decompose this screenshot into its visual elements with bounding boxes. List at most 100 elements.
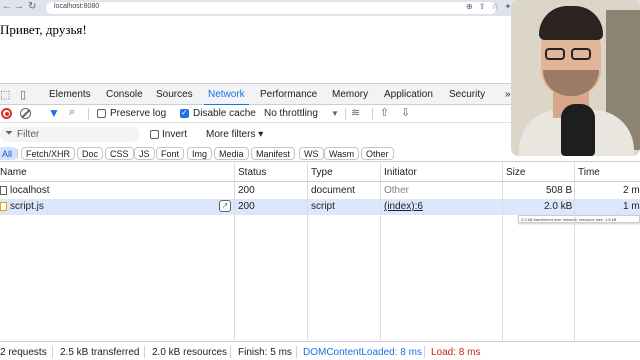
divider <box>17 148 18 159</box>
inspect-element-icon[interactable]: ⬚ <box>0 88 10 101</box>
more-tabs-icon[interactable]: » <box>505 89 511 100</box>
document-icon <box>0 186 7 195</box>
filter-chip-ws[interactable]: WS <box>299 147 324 160</box>
export-har-icon[interactable]: ⇩ <box>401 106 410 119</box>
cell-name: localhost <box>10 185 50 196</box>
tab-elements[interactable]: Elements <box>49 89 91 100</box>
chevron-down-icon[interactable]: ▼ <box>331 109 339 118</box>
divider <box>296 346 297 358</box>
device-toolbar-icon[interactable]: ▯ <box>20 88 26 101</box>
column-divider[interactable] <box>574 163 575 340</box>
divider <box>52 346 53 358</box>
divider <box>424 346 425 358</box>
throttling-select[interactable]: No throttling <box>264 108 318 119</box>
script-file-icon <box>0 202 7 211</box>
filter-chip-other[interactable]: Other <box>361 147 394 160</box>
cell-status: 200 <box>238 185 255 196</box>
star-icon[interactable]: ☆ <box>491 2 498 11</box>
disable-cache-label[interactable]: Disable cache <box>193 108 256 119</box>
glasses-icon <box>571 48 591 60</box>
url-text: localhost:8080 <box>54 3 100 10</box>
divider <box>345 108 346 120</box>
microphone-icon <box>561 104 595 156</box>
table-row[interactable]: localhost 200 document Other 508 B 2 m <box>0 183 640 199</box>
tab-memory[interactable]: Memory <box>332 89 368 100</box>
search-icon[interactable]: ⌕ <box>69 106 75 119</box>
cell-size: 2.0 kB <box>544 201 573 212</box>
invert-checkbox[interactable] <box>150 130 159 139</box>
filter-input[interactable]: ⏷ Filter <box>0 127 140 142</box>
dom-content-loaded-time: DOMContentLoaded: 8 ms <box>303 347 422 358</box>
column-divider[interactable] <box>307 163 308 340</box>
preserve-log-label[interactable]: Preserve log <box>110 108 166 119</box>
clear-icon[interactable] <box>20 108 31 119</box>
initiator-link[interactable]: (index):6 <box>384 201 423 212</box>
requests-table-header: Name Status Type Initiator Size Time <box>0 163 640 182</box>
network-conditions-icon[interactable]: ≋ <box>351 106 360 119</box>
filter-chip-all[interactable]: All <box>0 147 18 160</box>
filter-chip-doc[interactable]: Doc <box>77 147 104 160</box>
forward-icon[interactable]: → <box>14 1 24 12</box>
column-time[interactable]: Time <box>578 167 600 178</box>
share-icon[interactable]: ⇪ <box>479 2 486 11</box>
zoom-icon[interactable]: ⊕ <box>466 2 473 11</box>
browser-action-icons: ⊕ ⇪ ☆ ✦ <box>460 2 511 11</box>
cell-status: 200 <box>238 201 255 212</box>
page-heading: Привет, друзья! <box>0 22 87 37</box>
filter-chip-js[interactable]: JS <box>134 147 155 160</box>
invert-label[interactable]: Invert <box>162 129 187 140</box>
record-icon[interactable] <box>1 108 12 119</box>
filter-chip-wasm[interactable]: Wasm <box>324 147 360 160</box>
reveal-in-sources-icon[interactable]: ↗ <box>219 200 231 212</box>
tab-performance[interactable]: Performance <box>260 89 317 100</box>
transferred-size: 2.5 kB transferred <box>60 347 140 358</box>
column-divider[interactable] <box>234 163 235 340</box>
column-type[interactable]: Type <box>311 167 333 178</box>
resources-size: 2.0 kB resources <box>152 347 228 358</box>
filter-chip-font[interactable]: Font <box>156 147 185 160</box>
cell-name: script.js <box>10 201 44 212</box>
column-size[interactable]: Size <box>506 167 525 178</box>
column-divider[interactable] <box>502 163 503 340</box>
tab-console[interactable]: Console <box>106 89 143 100</box>
preserve-log-checkbox[interactable] <box>97 109 106 118</box>
cell-type: script <box>311 201 335 212</box>
finish-time: Finish: 5 ms <box>238 347 292 358</box>
reload-icon[interactable]: ↻ <box>28 1 36 12</box>
tab-security[interactable]: Security <box>449 89 485 100</box>
filter-chip-fetch-xhr[interactable]: Fetch/XHR <box>21 147 76 160</box>
import-har-icon[interactable]: ⇧ <box>380 106 389 119</box>
filter-chip-manifest[interactable]: Manifest <box>251 147 296 160</box>
filter-toggle-icon[interactable]: ▼ <box>48 106 60 120</box>
glasses-icon <box>545 48 565 60</box>
tab-network[interactable]: Network <box>204 89 249 106</box>
network-summary-bar: 2 requests 2.5 kB transferred 2.0 kB res… <box>0 341 640 360</box>
filter-icon: ⏷ <box>5 128 13 139</box>
table-row-selected[interactable]: script.js 200 script (index):6 2.0 kB 1 … <box>0 199 640 215</box>
tab-sources[interactable]: Sources <box>156 89 193 100</box>
filter-chip-media[interactable]: Media <box>214 147 249 160</box>
divider <box>230 346 231 358</box>
load-time: Load: 8 ms <box>431 347 481 358</box>
more-filters-label: More filters <box>206 129 256 140</box>
column-name[interactable]: Name <box>0 167 27 178</box>
filter-chip-img[interactable]: Img <box>187 147 213 160</box>
size-tooltip: 2.0 kB transferred over network, resourc… <box>518 215 640 223</box>
address-bar[interactable]: localhost:8080 <box>46 2 496 14</box>
column-initiator[interactable]: Initiator <box>384 167 417 178</box>
divider <box>372 108 373 120</box>
cell-type: document <box>311 185 355 196</box>
tab-application[interactable]: Application <box>384 89 433 100</box>
webcam-overlay <box>511 0 640 156</box>
more-filters-button[interactable]: More filters ▾ <box>206 129 263 140</box>
back-icon[interactable]: ← <box>2 1 12 12</box>
divider <box>144 346 145 358</box>
filter-placeholder: Filter <box>17 129 40 140</box>
column-status[interactable]: Status <box>238 167 266 178</box>
disable-cache-checkbox[interactable] <box>180 108 189 118</box>
filter-chip-css[interactable]: CSS <box>105 147 134 160</box>
column-divider[interactable] <box>380 163 381 340</box>
divider <box>88 108 89 120</box>
cell-time: 2 m <box>623 185 640 196</box>
cell-initiator: Other <box>384 185 410 196</box>
